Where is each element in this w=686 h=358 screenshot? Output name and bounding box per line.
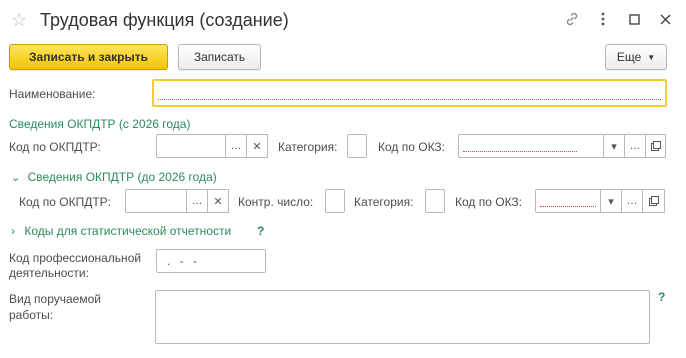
window-title: Трудовая функция (создание)	[40, 10, 289, 30]
select-button[interactable]: …	[186, 189, 208, 213]
work-type-label-line2: работы:	[9, 308, 54, 322]
required-underline	[463, 151, 577, 152]
control-number-field[interactable]	[325, 189, 345, 213]
work-type-label-line1: Вид поручаемой	[9, 292, 101, 306]
select-button[interactable]: …	[621, 189, 643, 213]
clear-icon[interactable]: ✕	[246, 134, 268, 158]
more-button-label: Еще	[616, 50, 642, 64]
chevron-right-icon: ›	[11, 224, 15, 238]
category-checkbox-2[interactable]	[425, 189, 445, 213]
chevron-down-icon: ⌄	[11, 172, 21, 184]
okz-code-label-2: Код по ОКЗ:	[455, 195, 523, 209]
select-button[interactable]: …	[225, 134, 247, 158]
section-stat-codes[interactable]: › Коды для статистической отчетности	[11, 224, 231, 238]
okz-code-field[interactable]: ▾ …	[458, 134, 666, 158]
clear-icon[interactable]: ✕	[207, 189, 229, 213]
category-checkbox[interactable]	[347, 134, 367, 158]
required-underline	[540, 206, 596, 207]
maximize-icon[interactable]	[623, 8, 645, 30]
okpdtr-code-field-2[interactable]: … ✕	[125, 189, 229, 213]
okpdtr-code-field[interactable]: … ✕	[156, 134, 268, 158]
dropdown-arrow-icon: ▼	[647, 52, 656, 62]
section-label: Коды для статистической отчетности	[24, 224, 232, 238]
section-okpdtr-before-2026[interactable]: ⌄ Сведения ОКПДТР (до 2026 года)	[11, 170, 217, 185]
name-input[interactable]	[152, 79, 667, 107]
select-button[interactable]: …	[624, 134, 646, 158]
open-icon[interactable]	[642, 189, 665, 213]
dropdown-arrow-icon[interactable]: ▾	[603, 134, 625, 158]
more-button[interactable]: Еще ▼	[605, 44, 667, 70]
category-label-2: Категория:	[354, 195, 414, 209]
more-vertical-icon[interactable]	[592, 8, 614, 30]
name-label: Наименование:	[9, 87, 96, 101]
okz-code-field-2[interactable]: ▾ …	[535, 189, 665, 213]
prof-code-label-line1: Код профессиональной	[9, 251, 142, 265]
open-icon[interactable]	[645, 134, 666, 158]
save-and-close-button[interactable]: Записать и закрыть	[9, 44, 168, 70]
category-label: Категория:	[278, 140, 338, 154]
prof-code-value: . - -	[167, 254, 200, 268]
okz-code-label: Код по ОКЗ:	[378, 140, 446, 154]
control-number-label: Контр. число:	[238, 195, 314, 209]
dropdown-arrow-icon[interactable]: ▾	[600, 189, 622, 213]
okpdtr-code-label-2: Код по ОКПДТР:	[19, 195, 111, 209]
prof-code-label-line2: деятельности:	[9, 266, 89, 280]
section-label: Сведения ОКПДТР (до 2026 года)	[27, 170, 217, 184]
close-icon[interactable]	[654, 8, 676, 30]
favorite-star-icon[interactable]: ☆	[11, 10, 27, 30]
required-underline	[158, 99, 661, 100]
link-icon[interactable]	[561, 8, 583, 30]
work-type-textarea[interactable]	[155, 290, 650, 344]
help-icon[interactable]: ?	[658, 290, 665, 304]
help-icon[interactable]: ?	[257, 224, 264, 238]
okpdtr-code-label: Код по ОКПДТР:	[9, 140, 101, 154]
prof-code-field[interactable]: . - -	[156, 249, 266, 273]
save-button[interactable]: Записать	[178, 44, 261, 70]
section-okpdtr-2026: Сведения ОКПДТР (с 2026 года)	[9, 117, 191, 131]
